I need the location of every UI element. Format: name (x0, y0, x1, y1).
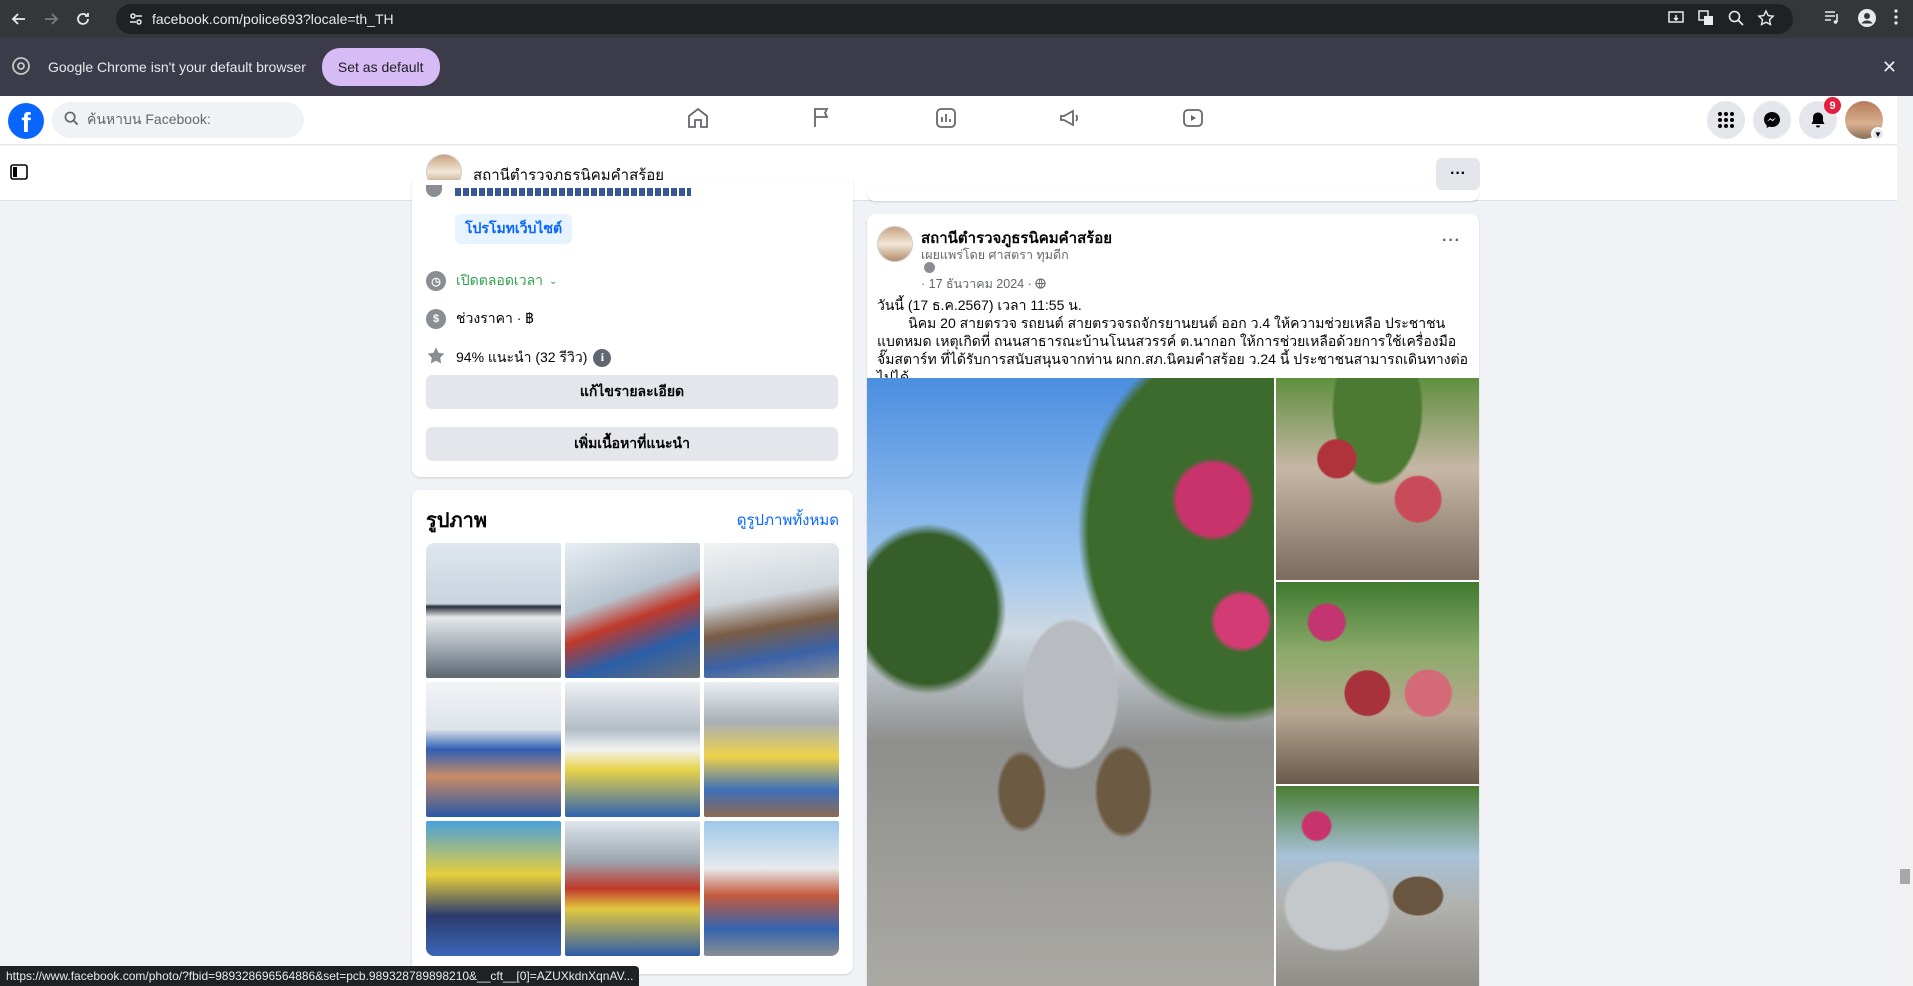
post-text: วันนี้ (17 ธ.ค.2567) เวลา 11:55 น. นิคม … (877, 296, 1472, 386)
hours-text[interactable]: เปิดตลอดเวลา (456, 270, 543, 292)
chrome-logo-icon (12, 56, 30, 78)
bookmark-star-icon[interactable] (1757, 9, 1775, 30)
photo-thumbnail[interactable] (565, 821, 700, 956)
browser-toolbar: facebook.com/police693?locale=th_TH (0, 0, 1913, 38)
more-options-button[interactable]: ··· (1436, 158, 1480, 190)
photo-thumbnail[interactable] (426, 821, 561, 956)
globe-icon (1035, 278, 1046, 292)
zoom-icon[interactable] (1727, 9, 1745, 30)
photos-title: รูปภาพ (426, 510, 488, 532)
profile-icon[interactable] (1857, 8, 1877, 31)
star-icon (426, 346, 446, 369)
search-input[interactable]: ค้นหาบน Facebook: (52, 102, 304, 138)
post-card: สถานีตำรวจภูธรนิคมคำสร้อย เผยแพร่โดย ศาส… (867, 214, 1479, 986)
messenger-icon[interactable] (1753, 101, 1791, 139)
address-bar[interactable]: facebook.com/police693?locale=th_TH (116, 4, 1793, 34)
chrome-menu-icon[interactable] (1893, 8, 1899, 31)
post-date[interactable]: · 17 ธันวาคม 2024 · (921, 274, 1046, 294)
post-line-1: วันนี้ (17 ธ.ค.2567) เวลา 11:55 น. (877, 297, 1082, 313)
intro-card: โปรโมทเว็บไซต์ ◷ เปิดตลอดเวลา ⌄ $ ช่วงรา… (412, 180, 853, 477)
previous-post-edge (867, 190, 1479, 201)
link-status-bar: https://www.facebook.com/photo/?fbid=989… (0, 966, 640, 986)
post-options-button[interactable]: ··· (1442, 232, 1461, 250)
facebook-header: f ค้นหาบน Facebook: 9 ▼ (0, 96, 1897, 145)
post-photo-thumbnail[interactable] (1276, 378, 1479, 580)
post-author-avatar[interactable] (877, 226, 913, 262)
price-row: $ ช่วงราคา · ฿ (426, 308, 534, 330)
sidebar-toggle-icon[interactable] (8, 161, 30, 183)
post-photo-thumbnail[interactable] (1276, 786, 1479, 986)
post-body: นิคม 20 สายตรวจ รถยนต์ สายตรวจรถจักรยานย… (877, 315, 1469, 385)
infobar-message: Google Chrome isn't your default browser (48, 59, 306, 75)
photo-grid (426, 543, 839, 956)
translate-icon[interactable] (1697, 9, 1715, 30)
clock-icon: ◷ (426, 271, 446, 291)
edit-details-button[interactable]: แก้ไขรายละเอียด (426, 375, 838, 409)
post-photo-main[interactable] (867, 378, 1274, 986)
reload-icon[interactable] (70, 6, 96, 32)
post-photo-thumbnail[interactable] (1276, 582, 1479, 784)
price-icon: $ (426, 309, 446, 329)
close-icon[interactable]: ✕ (1882, 57, 1897, 78)
page-scrollbar[interactable] (1897, 146, 1913, 986)
set-default-button[interactable]: Set as default (321, 48, 440, 86)
site-settings-icon[interactable] (128, 11, 144, 30)
published-by: เผยแพร่โดย ศาสตรา ทุมดีก (921, 248, 1069, 262)
post-photo-collage (867, 378, 1479, 986)
info-icon[interactable]: i (593, 348, 612, 367)
scrollbar-thumb[interactable] (1900, 869, 1910, 884)
website-link[interactable] (455, 188, 691, 196)
notification-badge: 9 (1824, 97, 1841, 114)
media-controls-icon[interactable] (1823, 8, 1841, 31)
home-icon[interactable] (686, 106, 710, 133)
install-app-icon[interactable] (1667, 9, 1685, 30)
chevron-down-icon[interactable]: ⌄ (549, 276, 557, 287)
video-icon[interactable] (1181, 106, 1205, 133)
photo-thumbnail[interactable] (426, 543, 561, 678)
search-placeholder: ค้นหาบน Facebook: (87, 111, 211, 127)
website-icon (426, 185, 442, 197)
notifications-bell-icon[interactable]: 9 (1799, 97, 1841, 139)
search-icon (64, 111, 79, 129)
photo-thumbnail[interactable] (704, 682, 839, 817)
photos-card: รูปภาพ ดูรูปภาพทั้งหมด (412, 490, 853, 974)
price-text: ช่วงราคา · ฿ (456, 310, 534, 326)
photo-thumbnail[interactable] (565, 682, 700, 817)
rating-row: 94% แนะนำ (32 รีวิว) i (426, 346, 612, 369)
pages-flag-icon[interactable] (810, 106, 834, 133)
url-text[interactable]: facebook.com/police693?locale=th_TH (152, 11, 394, 27)
default-browser-infobar: Google Chrome isn't your default browser… (0, 38, 1913, 96)
ads-megaphone-icon[interactable] (1058, 106, 1082, 133)
forward-icon[interactable] (38, 6, 64, 32)
photo-thumbnail[interactable] (704, 821, 839, 956)
chevron-down-icon: ▼ (1871, 127, 1885, 141)
post-date-text: · 17 ธันวาคม 2024 · (921, 277, 1032, 291)
add-featured-button[interactable]: เพิ่มเนื้อหาที่แนะนำ (426, 427, 838, 461)
account-avatar[interactable]: ▼ (1845, 101, 1885, 141)
photo-thumbnail[interactable] (426, 682, 561, 817)
insights-icon[interactable] (934, 106, 958, 133)
promote-website-button[interactable]: โปรโมทเว็บไซต์ (455, 214, 573, 244)
rating-text[interactable]: 94% แนะนำ (32 รีวิว) (456, 347, 587, 369)
hours-row: ◷ เปิดตลอดเวลา ⌄ (426, 270, 557, 292)
apps-menu-icon[interactable] (1707, 101, 1745, 139)
info-icon[interactable] (924, 262, 935, 273)
back-icon[interactable] (6, 6, 32, 32)
photo-thumbnail[interactable] (565, 543, 700, 678)
photo-thumbnail[interactable] (704, 543, 839, 678)
facebook-logo[interactable]: f (8, 103, 44, 139)
see-all-photos-link[interactable]: ดูรูปภาพทั้งหมด (737, 508, 839, 532)
